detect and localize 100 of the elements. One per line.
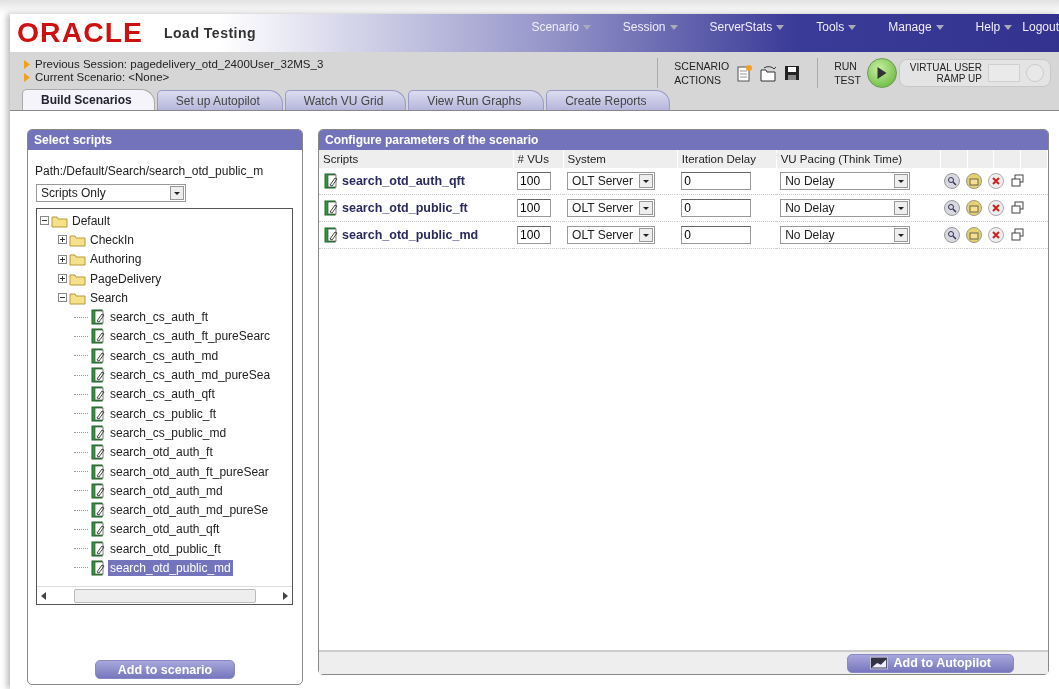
- session-info: Previous Session: pagedelivery_otd_2400User_32MS_3: [35, 58, 324, 70]
- save-icon[interactable]: [783, 63, 802, 82]
- tree-item[interactable]: search_otd_auth_ft: [108, 444, 215, 461]
- tree-item[interactable]: search_cs_auth_md: [108, 347, 221, 364]
- oracle-logo: ORACLE: [17, 17, 143, 49]
- script-name: search_otd_public_md: [342, 228, 479, 242]
- script-icon: [90, 463, 106, 480]
- tab[interactable]: Watch VU Grid: [284, 90, 407, 110]
- caret-icon: [669, 24, 678, 30]
- copy-icon[interactable]: [1010, 227, 1027, 243]
- tree-item[interactable]: search_cs_auth_ft_pureSearc: [108, 328, 273, 345]
- tree-item[interactable]: Authoring: [88, 251, 144, 268]
- tree-item[interactable]: search_cs_auth_ft: [108, 309, 211, 326]
- copy-icon[interactable]: [1010, 200, 1027, 216]
- bullet-icon: [24, 72, 30, 82]
- delete-icon[interactable]: [988, 173, 1005, 189]
- tree-item[interactable]: Default: [70, 212, 113, 229]
- open-folder-icon[interactable]: [759, 63, 778, 82]
- menu-item[interactable]: Tools: [816, 16, 857, 38]
- iteration-delay-field[interactable]: 0: [681, 226, 752, 244]
- pacing-dropdown[interactable]: No Delay: [780, 172, 911, 190]
- caret-icon: [1004, 24, 1013, 30]
- tab[interactable]: Build Scenarios: [22, 89, 155, 110]
- column-header: Scripts: [319, 150, 514, 168]
- expand-icon[interactable]: [58, 254, 67, 264]
- script-icon: [90, 405, 106, 422]
- iteration-delay-field[interactable]: 0: [681, 172, 752, 190]
- tree-item[interactable]: search_otd_auth_qft: [108, 521, 222, 538]
- script-icon: [90, 444, 106, 461]
- script-icon: [323, 200, 339, 216]
- scroll-left-icon[interactable]: [41, 591, 46, 600]
- bullet-icon: [24, 59, 30, 69]
- script-icon: [323, 173, 339, 189]
- menu-item[interactable]: Help: [975, 16, 1013, 38]
- tree-item[interactable]: search_otd_public_md: [108, 560, 233, 576]
- column-header: System: [563, 150, 678, 168]
- run-test-label: RUN TEST: [834, 58, 861, 87]
- pacing-dropdown[interactable]: No Delay: [780, 199, 911, 217]
- scroll-right-icon[interactable]: [283, 591, 288, 600]
- system-dropdown[interactable]: OLT Server: [567, 226, 656, 244]
- script-icon: [90, 386, 106, 403]
- new-document-icon[interactable]: [735, 63, 754, 82]
- horizontal-scrollbar[interactable]: [37, 586, 292, 604]
- delete-icon[interactable]: [988, 200, 1005, 216]
- panel-title: Select scripts: [28, 130, 302, 150]
- vus-field[interactable]: 100: [517, 172, 552, 190]
- caret-icon: [582, 24, 591, 30]
- app-title: Load Testing: [164, 25, 257, 41]
- tree-item[interactable]: search_otd_auth_md_pureSe: [108, 502, 271, 519]
- script-icon: [90, 424, 106, 441]
- caret-icon: [848, 24, 857, 30]
- column-header: Iteration Delay: [677, 150, 777, 168]
- script-name: search_otd_auth_qft: [342, 174, 465, 188]
- script-icon: [90, 482, 106, 499]
- collapse-icon[interactable]: [40, 216, 49, 226]
- expand-icon[interactable]: [58, 235, 67, 245]
- search-icon[interactable]: [944, 227, 961, 243]
- scenario-actions-label: SCENARIO ACTIONS: [674, 58, 730, 87]
- tree-item[interactable]: Search: [88, 289, 131, 306]
- vus-field[interactable]: 100: [517, 226, 552, 244]
- menu-item[interactable]: ServerStats: [709, 16, 785, 38]
- tree-item[interactable]: search_cs_auth_qft: [108, 386, 217, 403]
- tree-item[interactable]: search_cs_public_ft: [108, 405, 219, 422]
- menu-item[interactable]: Logout: [1022, 16, 1059, 38]
- tree-item[interactable]: search_otd_auth_md: [108, 482, 225, 499]
- search-icon[interactable]: [944, 200, 961, 216]
- filter-dropdown[interactable]: Scripts Only: [36, 184, 186, 202]
- menu-item[interactable]: Session: [622, 16, 678, 38]
- tree-item[interactable]: search_otd_public_ft: [108, 540, 223, 557]
- system-dropdown[interactable]: OLT Server: [567, 199, 656, 217]
- tab[interactable]: Set up Autopilot: [156, 90, 283, 110]
- caret-icon: [776, 24, 785, 30]
- tree-item[interactable]: search_otd_auth_ft_pureSear: [108, 463, 271, 480]
- search-icon[interactable]: [944, 173, 961, 189]
- panel-title: Configure parameters of the scenario: [319, 130, 1048, 150]
- script-name: search_otd_public_ft: [342, 201, 468, 215]
- tree-item[interactable]: CheckIn: [88, 231, 137, 248]
- menu-item[interactable]: Manage: [888, 16, 944, 38]
- play-button[interactable]: [867, 57, 897, 88]
- script-icon: [90, 540, 106, 557]
- script-icon: [90, 328, 106, 345]
- tab[interactable]: Create Reports: [546, 90, 670, 110]
- column-header: VU Pacing (Think Time): [776, 150, 941, 168]
- tree-item[interactable]: PageDelivery: [88, 270, 164, 287]
- tab[interactable]: View Run Graphs: [408, 90, 545, 110]
- copy-icon[interactable]: [1010, 173, 1027, 189]
- pacing-dropdown[interactable]: No Delay: [780, 226, 911, 244]
- script-icon: [90, 309, 106, 326]
- tree-item[interactable]: search_cs_public_md: [108, 424, 229, 441]
- vus-field[interactable]: 100: [517, 199, 552, 217]
- script-icon: [323, 227, 339, 243]
- collapse-icon[interactable]: [58, 293, 67, 303]
- script-icon: [90, 347, 106, 364]
- delete-icon[interactable]: [988, 227, 1005, 243]
- system-dropdown[interactable]: OLT Server: [567, 172, 656, 190]
- expand-icon[interactable]: [58, 274, 67, 284]
- tree-item[interactable]: search_cs_auth_md_pureSea: [108, 367, 273, 383]
- column-header: # VUs: [513, 150, 564, 168]
- iteration-delay-field[interactable]: 0: [681, 199, 752, 217]
- caret-icon: [935, 24, 944, 30]
